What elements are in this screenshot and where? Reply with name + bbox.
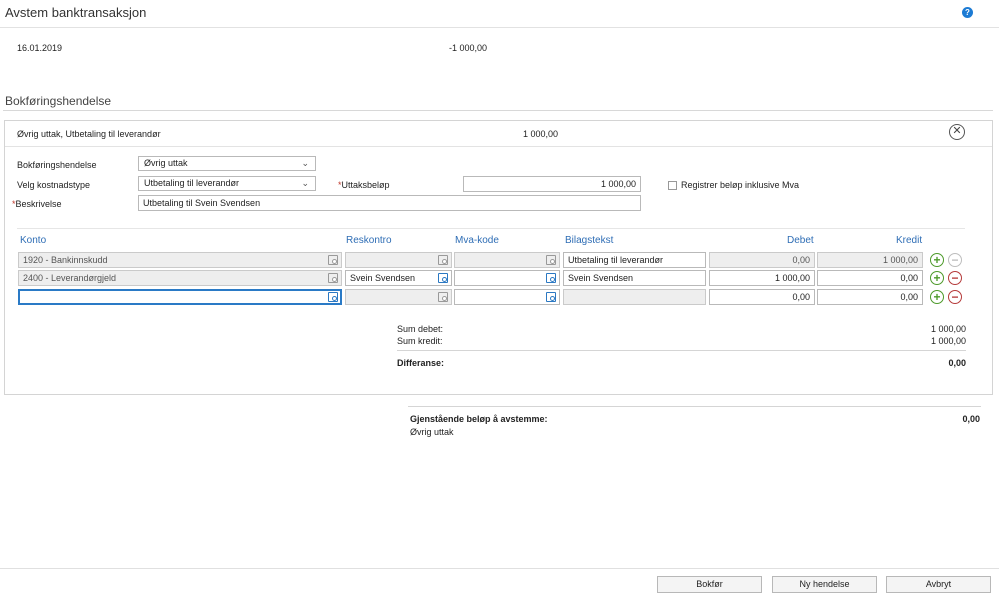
row2-reskontro[interactable]: Svein Svendsen: [345, 270, 452, 286]
row3-kredit[interactable]: 0,00: [817, 289, 923, 305]
differanse-value: 0,00: [948, 358, 966, 368]
lookup-icon[interactable]: [546, 273, 556, 283]
transaction-amount: -1 000,00: [449, 43, 488, 53]
lookup-icon: [438, 292, 448, 302]
panel-header-divider: [5, 146, 992, 147]
row3-bilagstekst[interactable]: [563, 289, 706, 305]
section-title: Bokføringshendelse: [5, 94, 112, 108]
beskrivelse-input[interactable]: Utbetaling til Svein Svendsen: [138, 195, 641, 211]
differanse-label: Differanse:: [397, 358, 445, 368]
uttaksbelop-input[interactable]: 1 000,00: [463, 176, 641, 192]
bokforingshendelse-select[interactable]: Øvrig uttak ⌄: [138, 156, 316, 171]
row3-reskontro[interactable]: [345, 289, 452, 305]
mva-checkbox[interactable]: [668, 181, 677, 190]
section-divider: [3, 110, 993, 111]
add-row-icon[interactable]: +: [930, 271, 944, 285]
col-bilagstekst: Bilagstekst: [565, 235, 614, 246]
add-row-icon[interactable]: +: [930, 290, 944, 304]
col-konto: Konto: [20, 235, 47, 246]
remaining-sub: Øvrig uttak: [410, 427, 454, 437]
row1-konto[interactable]: 1920 - Bankinnskudd: [18, 252, 342, 268]
chevron-down-icon: ⌄: [301, 158, 309, 168]
row1-mva-kode[interactable]: [454, 252, 560, 268]
dialog-title: Avstem banktransaksjon: [5, 5, 147, 20]
kostnadstype-select[interactable]: Utbetaling til leverandør ⌄: [138, 176, 316, 191]
remaining-value: 0,00: [962, 414, 980, 424]
row3-mva-kode[interactable]: [454, 289, 560, 305]
row2-debet[interactable]: 1 000,00: [709, 270, 815, 286]
row1-debet[interactable]: 0,00: [709, 252, 815, 268]
sum-debet-label: Sum debet:: [397, 324, 444, 334]
lookup-icon[interactable]: [328, 292, 338, 302]
row3-konto[interactable]: [18, 289, 342, 305]
uttaksbelop-label: *Uttaksbeløp: [338, 180, 390, 190]
row1-kredit[interactable]: 1 000,00: [817, 252, 923, 268]
lookup-icon[interactable]: [546, 292, 556, 302]
avbryt-button[interactable]: Avbryt: [886, 576, 991, 593]
sum-divider: [397, 350, 966, 351]
title-bar: [0, 0, 999, 28]
col-debet: Debet: [787, 235, 814, 246]
lookup-icon[interactable]: [438, 273, 448, 283]
sum-debet-value: 1 000,00: [930, 324, 966, 334]
remove-row-icon[interactable]: −: [948, 271, 962, 285]
bokforingshendelse-value: Øvrig uttak: [144, 158, 188, 168]
sum-kredit-value: 1 000,00: [930, 336, 966, 346]
row2-kredit[interactable]: 0,00: [817, 270, 923, 286]
lookup-icon: [438, 255, 448, 265]
lookup-icon: [546, 255, 556, 265]
event-header-amount: 1 000,00: [523, 129, 559, 139]
ny-hendelse-button[interactable]: Ny hendelse: [772, 576, 877, 593]
row1-reskontro[interactable]: [345, 252, 452, 268]
help-icon[interactable]: ?: [962, 7, 973, 18]
col-reskontro: Reskontro: [346, 235, 392, 246]
row1-bilagstekst[interactable]: Utbetaling til leverandør: [563, 252, 706, 268]
lookup-icon: [328, 273, 338, 283]
row3-debet[interactable]: 0,00: [709, 289, 815, 305]
remove-row-icon[interactable]: −: [948, 290, 962, 304]
row2-konto[interactable]: 2400 - Leverandørgjeld: [18, 270, 342, 286]
col-mva-kode: Mva-kode: [455, 235, 499, 246]
bokfor-button[interactable]: Bokfør: [657, 576, 762, 593]
remaining-divider: [408, 406, 981, 407]
bokforingshendelse-label: Bokføringshendelse: [17, 160, 97, 170]
col-kredit: Kredit: [896, 235, 923, 246]
kostnadstype-label: Velg kostnadstype: [17, 180, 91, 190]
beskrivelse-label: *Beskrivelse: [12, 199, 62, 209]
remove-row-icon[interactable]: −: [948, 253, 962, 267]
transaction-date: 16.01.2019: [17, 43, 63, 53]
add-row-icon[interactable]: +: [930, 253, 944, 267]
row2-mva-kode[interactable]: [454, 270, 560, 286]
row2-bilagstekst[interactable]: Svein Svendsen: [563, 270, 706, 286]
footer-divider: [0, 568, 999, 569]
chevron-down-icon: ⌄: [301, 178, 309, 188]
event-header-text: Øvrig uttak, Utbetaling til leverandør: [17, 129, 161, 139]
table-divider: [17, 228, 965, 229]
sum-kredit-label: Sum kredit:: [397, 336, 443, 346]
kostnadstype-value: Utbetaling til leverandør: [144, 178, 240, 188]
close-icon[interactable]: ✕: [949, 124, 965, 140]
lookup-icon: [328, 255, 338, 265]
mva-checkbox-label: Registrer beløp inklusive Mva: [681, 180, 800, 190]
remaining-label: Gjenstående beløp å avstemme:: [410, 414, 548, 424]
